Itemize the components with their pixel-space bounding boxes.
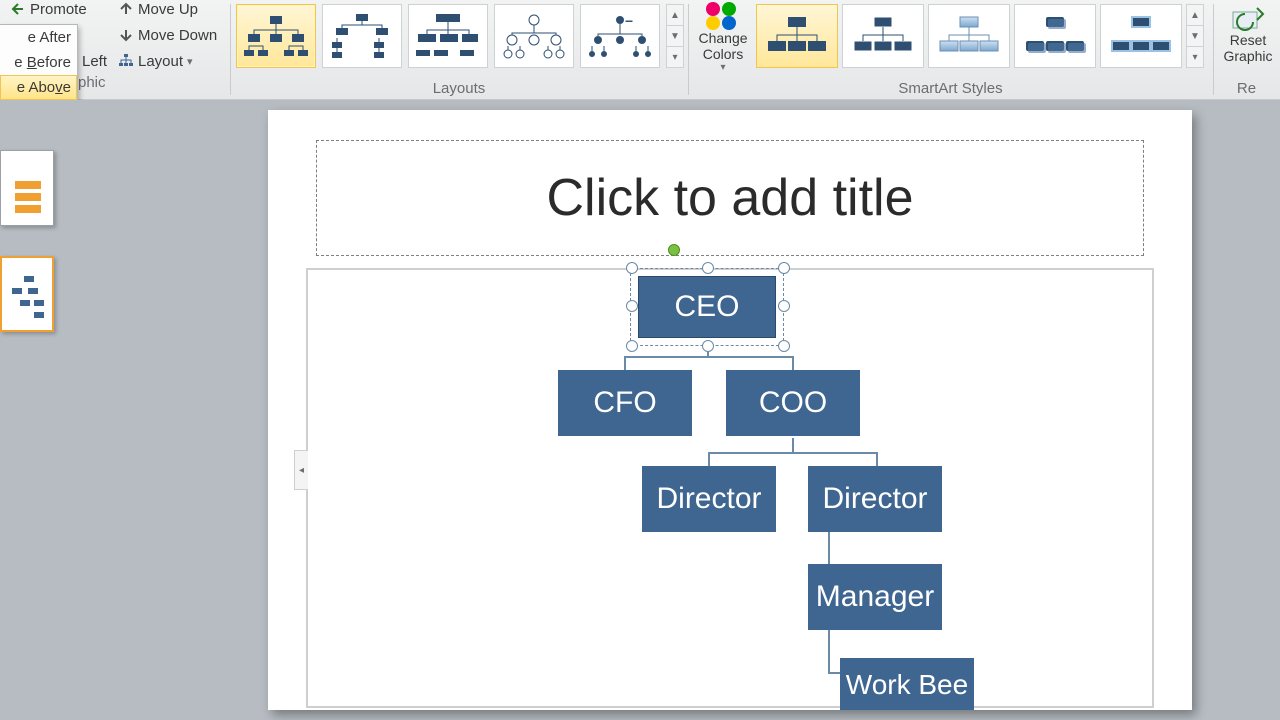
smartart-styles-gallery: ▲ ▼ ▾ — [754, 0, 1210, 72]
create-graphic-group-fragment: phic — [78, 74, 106, 91]
move-up-label: Move Up — [138, 1, 198, 18]
connector — [624, 356, 794, 358]
org-node-director-2[interactable]: Director — [808, 466, 942, 532]
resize-handle[interactable] — [778, 300, 790, 312]
styles-gallery-scroller[interactable]: ▲ ▼ ▾ — [1186, 4, 1204, 68]
reset-graphic-button[interactable]: Reset Graphic — [1218, 0, 1278, 78]
node-label: Manager — [816, 580, 934, 614]
style-option-2[interactable] — [842, 4, 924, 68]
resize-handle[interactable] — [778, 262, 790, 274]
layouts-gallery-scroller[interactable]: ▲ ▼ ▾ — [666, 4, 684, 68]
org-node-coo[interactable]: COO — [726, 370, 860, 436]
connector — [828, 630, 830, 674]
thumbnail-preview-icon — [1, 151, 55, 227]
node-label: Director — [822, 482, 927, 516]
right-to-left-button[interactable]: Left — [78, 48, 111, 74]
slide-thumbnail-pane — [0, 150, 58, 332]
move-down-label: Move Down — [138, 27, 217, 44]
gallery-more-icon[interactable]: ▾ — [1187, 47, 1203, 67]
group-label-smartart-styles: SmartArt Styles — [688, 80, 1213, 97]
left-label: Left — [82, 53, 107, 70]
add-shape-after[interactable]: e After — [0, 25, 77, 50]
org-node-workbee[interactable]: Work Bee — [840, 658, 974, 710]
node-label: CEO — [674, 290, 739, 324]
connector — [792, 438, 794, 452]
reset-graphic-icon — [1231, 2, 1265, 32]
reset-label-2: Graphic — [1223, 48, 1272, 64]
promote-label: Promote — [30, 1, 87, 18]
resize-handle[interactable] — [626, 340, 638, 352]
gallery-down-icon[interactable]: ▼ — [1187, 26, 1203, 47]
resize-handle[interactable] — [626, 300, 638, 312]
node-label: Director — [656, 482, 761, 516]
resize-handle[interactable] — [778, 340, 790, 352]
arrow-down-icon — [118, 27, 134, 43]
layout-icon — [118, 53, 134, 69]
connector — [792, 356, 794, 370]
org-node-director-1[interactable]: Director — [642, 466, 776, 532]
resize-handle[interactable] — [702, 340, 714, 352]
title-placeholder[interactable]: Click to add title — [316, 140, 1144, 256]
reset-label-1: Reset — [1230, 32, 1267, 48]
layout-dropdown[interactable]: Layout — [114, 48, 197, 74]
promote-button[interactable]: Promote — [6, 0, 91, 22]
connector — [708, 452, 878, 454]
gallery-more-icon[interactable]: ▾ — [667, 47, 683, 67]
style-option-4[interactable] — [1014, 4, 1096, 68]
slide-thumbnail[interactable] — [0, 150, 54, 226]
org-node-ceo[interactable]: CEO — [638, 276, 776, 338]
change-colors-icon — [706, 2, 740, 30]
promote-icon — [10, 1, 26, 17]
resize-handle[interactable] — [702, 262, 714, 274]
group-label-layouts: Layouts — [230, 80, 688, 97]
smartart-container[interactable]: ◂ CEO — [306, 268, 1154, 708]
rotation-handle-icon[interactable] — [668, 244, 680, 256]
node-label: Work Bee — [846, 669, 968, 701]
connector — [624, 356, 626, 370]
layout-option-4[interactable] — [494, 4, 574, 68]
add-shape-above[interactable]: e Above — [0, 75, 77, 100]
style-option-1[interactable] — [756, 4, 838, 68]
add-shape-before[interactable]: e Before — [0, 50, 77, 75]
move-down-button[interactable]: Move Down — [114, 22, 221, 48]
org-node-cfo[interactable]: CFO — [558, 370, 692, 436]
resize-handle[interactable] — [626, 262, 638, 274]
connector — [708, 452, 710, 466]
ribbon: Promote Move Up Move Down Left Layout ph… — [0, 0, 1280, 100]
move-up-button[interactable]: Move Up — [114, 0, 202, 22]
node-label: COO — [759, 386, 827, 420]
layout-option-2[interactable] — [322, 4, 402, 68]
svg-text:—: — — [626, 19, 632, 25]
style-option-3[interactable] — [928, 4, 1010, 68]
connector — [876, 452, 878, 466]
gallery-up-icon[interactable]: ▲ — [667, 5, 683, 26]
editing-workspace: Click to add title ◂ CEO — [0, 100, 1280, 720]
change-colors-label-1: Change — [698, 30, 747, 46]
node-label: CFO — [593, 386, 656, 420]
change-colors-label-2: Colors — [703, 46, 743, 62]
thumbnail-preview-icon — [2, 258, 56, 334]
layout-option-1[interactable] — [236, 4, 316, 68]
slide-canvas[interactable]: Click to add title ◂ CEO — [268, 110, 1192, 710]
layouts-gallery: — ▲ ▼ ▾ — [234, 0, 688, 72]
title-placeholder-text: Click to add title — [546, 168, 913, 228]
style-option-5[interactable] — [1100, 4, 1182, 68]
layout-label: Layout — [138, 53, 183, 70]
text-pane-toggle[interactable]: ◂ — [294, 450, 308, 490]
arrow-up-icon — [118, 1, 134, 17]
layout-option-3[interactable] — [408, 4, 488, 68]
org-node-manager[interactable]: Manager — [808, 564, 942, 630]
gallery-down-icon[interactable]: ▼ — [667, 26, 683, 47]
layout-option-5[interactable]: — — [580, 4, 660, 68]
gallery-up-icon[interactable]: ▲ — [1187, 5, 1203, 26]
change-colors-button[interactable]: Change Colors — [694, 0, 752, 78]
slide-thumbnail[interactable] — [0, 256, 54, 332]
group-label-reset-fragment: Re — [1213, 80, 1280, 97]
